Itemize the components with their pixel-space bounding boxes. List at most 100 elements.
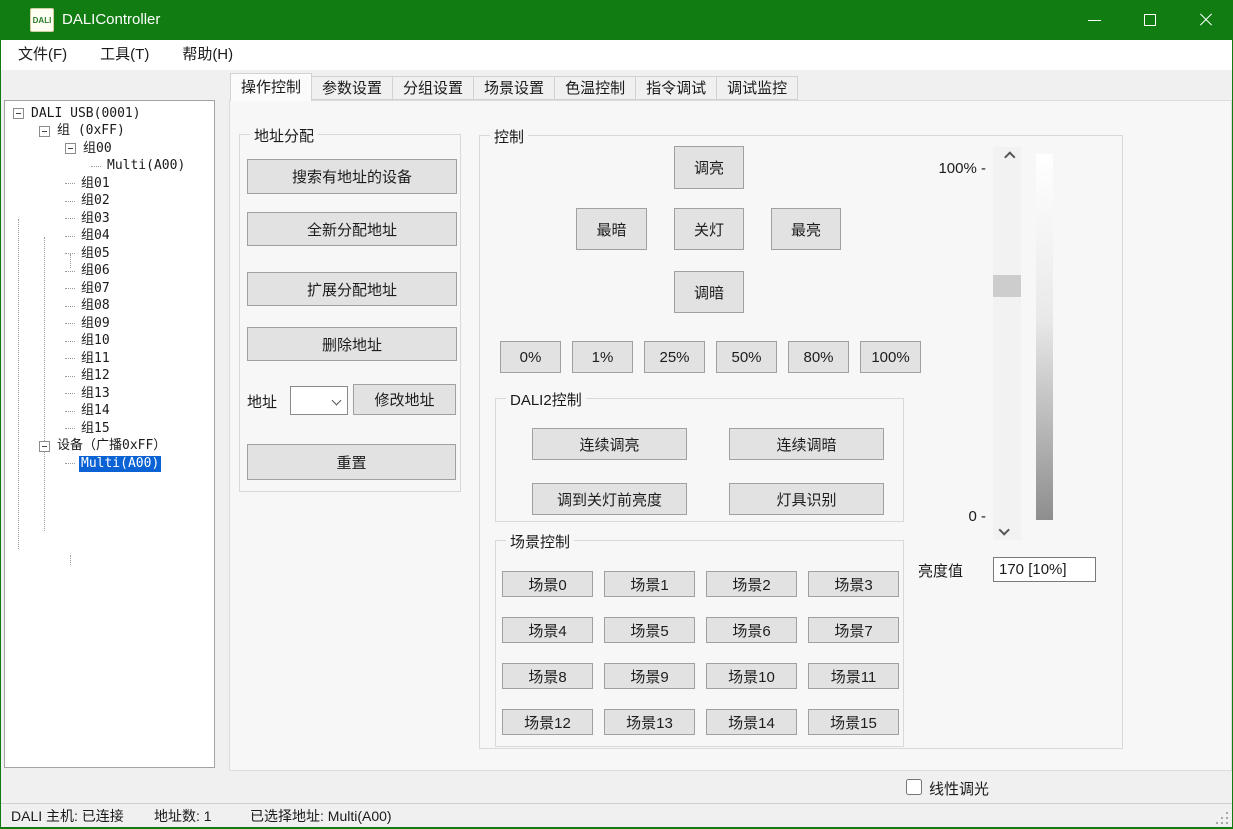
lamp-identify-button[interactable]: 灯具识别	[729, 483, 884, 515]
minimize-icon	[1088, 20, 1101, 21]
scene-4-button[interactable]: 场景4	[502, 617, 593, 643]
resize-grip-icon[interactable]	[1216, 812, 1229, 825]
minimize-button[interactable]	[1066, 0, 1122, 40]
percent-50-button[interactable]: 50%	[716, 341, 777, 373]
tree-item-root[interactable]: DALI USB(0001)	[5, 105, 214, 123]
menu-tools[interactable]: 工具(T)	[90, 40, 159, 70]
menu-file[interactable]: 文件(F)	[8, 40, 77, 70]
assign-new-address-button[interactable]: 全新分配地址	[247, 212, 457, 246]
percent-100-button[interactable]: 100%	[860, 341, 921, 373]
scene-0-button[interactable]: 场景0	[502, 571, 593, 597]
control-group: 控制 调亮 最暗 关灯 最亮 调暗 0% 1% 25% 50% 80% 100%…	[479, 135, 1123, 749]
collapse-icon[interactable]	[39, 126, 50, 137]
group-title: 地址分配	[250, 125, 318, 146]
scene-3-button[interactable]: 场景3	[808, 571, 899, 597]
percent-1-button[interactable]: 1%	[572, 341, 633, 373]
slider-max-label: 100% -	[900, 160, 986, 177]
tab-scene-settings[interactable]: 场景设置	[474, 76, 555, 100]
brightness-scrollbar[interactable]	[993, 147, 1021, 540]
reset-button[interactable]: 重置	[247, 444, 456, 480]
modify-address-button[interactable]: 修改地址	[353, 384, 456, 415]
tab-group-settings[interactable]: 分组设置	[393, 76, 474, 100]
maximize-icon	[1144, 14, 1156, 26]
group-title: 场景控制	[506, 531, 574, 552]
lamp-off-button[interactable]: 关灯	[674, 208, 744, 250]
scene-15-button[interactable]: 场景15	[808, 709, 899, 735]
tree-item-group12[interactable]: 组12	[5, 368, 214, 386]
tree-item-group15[interactable]: 组15	[5, 420, 214, 438]
title-bar: DALI DALIController	[1, 0, 1232, 40]
tree-item-device-broadcast[interactable]: 设备（广播0xFF）	[5, 438, 214, 456]
selected-address: 已选择地址: Multi(A00)	[250, 806, 1232, 826]
address-label: 地址	[247, 391, 277, 412]
tree-item-group00[interactable]: 组00	[5, 140, 214, 158]
scene-5-button[interactable]: 场景5	[604, 617, 695, 643]
scene-14-button[interactable]: 场景14	[706, 709, 797, 735]
maximize-button[interactable]	[1122, 0, 1178, 40]
tree-item-group03[interactable]: 组03	[5, 210, 214, 228]
menu-help[interactable]: 帮助(H)	[172, 40, 243, 70]
tree-connector	[70, 555, 71, 565]
dimmest-button[interactable]: 最暗	[576, 208, 647, 250]
tree-item-group11[interactable]: 组11	[5, 350, 214, 368]
slider-min-label: 0 -	[900, 508, 986, 525]
percent-0-button[interactable]: 0%	[500, 341, 561, 373]
brightness-gradient-bar	[1036, 154, 1053, 520]
tree-item-group13[interactable]: 组13	[5, 385, 214, 403]
collapse-icon[interactable]	[39, 441, 50, 452]
device-tree: DALI USB(0001) 组 (0xFF) 组00 Multi(A00) 组…	[4, 100, 215, 768]
collapse-icon[interactable]	[13, 108, 24, 119]
tree-item-group09[interactable]: 组09	[5, 315, 214, 333]
brighten-button[interactable]: 调亮	[674, 146, 744, 189]
tree-item-multi-a00-selected[interactable]: Multi(A00)	[5, 455, 214, 473]
scene-7-button[interactable]: 场景7	[808, 617, 899, 643]
recall-last-level-button[interactable]: 调到关灯前亮度	[532, 483, 687, 515]
tree-item-group06[interactable]: 组06	[5, 263, 214, 281]
collapse-icon[interactable]	[65, 143, 76, 154]
tree-item-group14[interactable]: 组14	[5, 403, 214, 421]
app-window: DALI DALIController 文件(F) 工具(T) 帮助(H) 操作…	[0, 0, 1233, 829]
scene-10-button[interactable]: 场景10	[706, 663, 797, 689]
tree-item-group02[interactable]: 组02	[5, 193, 214, 211]
tree-item-group10[interactable]: 组10	[5, 333, 214, 351]
scroll-down-button[interactable]	[993, 520, 1021, 540]
scene-control-group: 场景控制 场景0 场景1 场景2 场景3 场景4 场景5 场景6 场景7 场景8…	[495, 540, 904, 747]
tab-command-debug[interactable]: 指令调试	[636, 76, 717, 100]
scroll-up-button[interactable]	[993, 147, 1021, 167]
tab-debug-monitor[interactable]: 调试监控	[717, 76, 798, 100]
scene-1-button[interactable]: 场景1	[604, 571, 695, 597]
scene-6-button[interactable]: 场景6	[706, 617, 797, 643]
percent-80-button[interactable]: 80%	[788, 341, 849, 373]
linear-dimming-label: 线性调光	[929, 778, 989, 799]
tab-color-temp-control[interactable]: 色温控制	[555, 76, 636, 100]
scrollbar-thumb[interactable]	[993, 275, 1021, 297]
tab-operation-control[interactable]: 操作控制	[230, 73, 312, 101]
address-combobox[interactable]	[290, 386, 348, 415]
brightness-value-input[interactable]	[993, 557, 1096, 582]
tree-item-group05[interactable]: 组05	[5, 245, 214, 263]
brightest-button[interactable]: 最亮	[771, 208, 841, 250]
continuous-dim-button[interactable]: 连续调暗	[729, 428, 884, 460]
scene-11-button[interactable]: 场景11	[808, 663, 899, 689]
scene-9-button[interactable]: 场景9	[604, 663, 695, 689]
tab-parameter-settings[interactable]: 参数设置	[312, 76, 393, 100]
scene-13-button[interactable]: 场景13	[604, 709, 695, 735]
scene-12-button[interactable]: 场景12	[502, 709, 593, 735]
percent-button-row: 0% 1% 25% 50% 80% 100%	[500, 341, 921, 373]
search-addressed-devices-button[interactable]: 搜索有地址的设备	[247, 159, 457, 194]
tree-item-multi-a00[interactable]: Multi(A00)	[5, 158, 214, 176]
tree-item-group08[interactable]: 组08	[5, 298, 214, 316]
scene-2-button[interactable]: 场景2	[706, 571, 797, 597]
tree-item-group-root[interactable]: 组 (0xFF)	[5, 123, 214, 141]
tree-item-group07[interactable]: 组07	[5, 280, 214, 298]
close-button[interactable]	[1178, 0, 1233, 40]
delete-address-button[interactable]: 删除地址	[247, 327, 457, 361]
tree-item-group01[interactable]: 组01	[5, 175, 214, 193]
percent-25-button[interactable]: 25%	[644, 341, 705, 373]
linear-dimming-checkbox[interactable]	[906, 779, 922, 795]
continuous-brighten-button[interactable]: 连续调亮	[532, 428, 687, 460]
scene-8-button[interactable]: 场景8	[502, 663, 593, 689]
extend-assign-address-button[interactable]: 扩展分配地址	[247, 272, 457, 306]
dim-button[interactable]: 调暗	[674, 271, 744, 313]
tree-item-group04[interactable]: 组04	[5, 228, 214, 246]
